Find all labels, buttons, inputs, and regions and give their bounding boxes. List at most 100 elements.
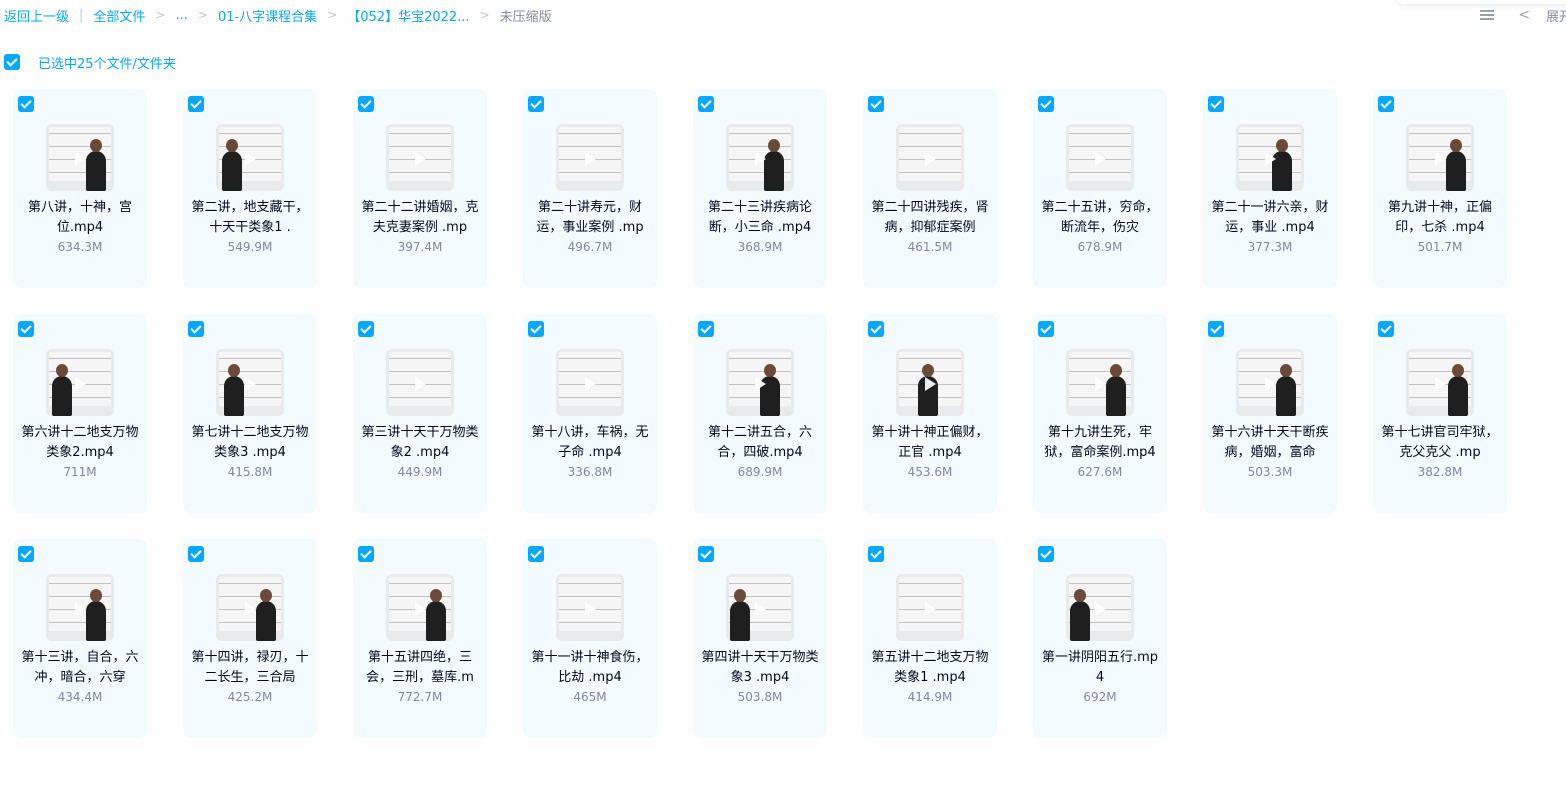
file-checkbox[interactable] (358, 96, 374, 112)
file-checkbox[interactable] (18, 96, 34, 112)
file-size: 549.9M (227, 240, 273, 254)
file-checkbox[interactable] (188, 96, 204, 112)
chevron-left-icon[interactable]: < (1518, 7, 1530, 23)
video-thumbnail[interactable] (46, 574, 114, 641)
file-card[interactable]: 第三讲十天干万物类象2 .mp4 449.9M (353, 314, 487, 513)
file-card[interactable]: 第六讲十二地支万物类象2.mp4 711M (13, 314, 147, 513)
file-card[interactable]: 第二十讲寿元，财运，事业案例 .mp 496.7M (523, 89, 657, 288)
video-thumbnail[interactable] (386, 349, 454, 416)
file-size: 501.7M (1417, 240, 1463, 254)
file-checkbox[interactable] (18, 321, 34, 337)
video-thumbnail[interactable] (1066, 124, 1134, 191)
video-thumbnail[interactable] (386, 124, 454, 191)
file-name: 第七讲十二地支万物类象3 .mp4 (191, 425, 309, 460)
breadcrumb-root[interactable]: 全部文件 (93, 6, 145, 25)
file-card[interactable]: 第二十三讲疾病论断，小三命 .mp4 368.9M (693, 89, 827, 288)
file-checkbox[interactable] (188, 321, 204, 337)
video-thumbnail[interactable] (556, 574, 624, 641)
file-card[interactable]: 第二讲，地支藏干，十天干类象1 . 549.9M (183, 89, 317, 288)
file-checkbox[interactable] (528, 96, 544, 112)
file-checkbox[interactable] (1038, 96, 1054, 112)
file-checkbox[interactable] (528, 321, 544, 337)
video-thumbnail[interactable] (1236, 124, 1304, 191)
file-size: 496.7M (567, 240, 613, 254)
file-checkbox[interactable] (1378, 321, 1394, 337)
file-card[interactable]: 第十一讲十神食伤，比劫 .mp4 465M (523, 539, 657, 738)
video-thumbnail[interactable] (1066, 349, 1134, 416)
video-thumbnail[interactable] (896, 124, 964, 191)
file-checkbox[interactable] (698, 96, 714, 112)
file-card[interactable]: 第九讲十神，正偏印，七杀 .mp4 501.7M (1373, 89, 1507, 288)
file-name: 第六讲十二地支万物类象2.mp4 (21, 425, 139, 460)
selection-count: 已选中25个文件/文件夹 (38, 56, 176, 72)
file-card[interactable]: 第七讲十二地支万物类象3 .mp4 415.8M (183, 314, 317, 513)
file-card[interactable]: 第十三讲，自合，六冲，暗合，六穿 434.4M (13, 539, 147, 738)
file-checkbox[interactable] (188, 546, 204, 562)
file-card[interactable]: 第十九讲生死，牢狱，富命案例.mp4 627.6M (1033, 314, 1167, 513)
file-name: 第十八讲，车祸，无子命 .mp4 (531, 425, 649, 460)
breadcrumb-ellipsis[interactable]: ... (175, 8, 187, 23)
file-checkbox[interactable] (528, 546, 544, 562)
file-size: 692M (1083, 690, 1117, 704)
breadcrumb-folder-2[interactable]: 【052】华宝2022... (347, 6, 469, 25)
file-card[interactable]: 第十八讲，车祸，无子命 .mp4 336.8M (523, 314, 657, 513)
file-checkbox[interactable] (358, 321, 374, 337)
video-thumbnail[interactable] (556, 124, 624, 191)
back-link[interactable]: 返回上一级 (4, 6, 69, 25)
file-checkbox[interactable] (18, 546, 34, 562)
file-size: 368.9M (737, 240, 783, 254)
video-thumbnail[interactable] (386, 574, 454, 641)
play-icon (1435, 377, 1446, 391)
video-thumbnail[interactable] (1236, 349, 1304, 416)
file-card[interactable]: 第二十二讲婚姻，克夫克妻案例 .mp 397.4M (353, 89, 487, 288)
file-card[interactable]: 第四讲十天干万物类象3 .mp4 503.8M (693, 539, 827, 738)
file-card[interactable]: 第十二讲五合，六合，四破.mp4 689.9M (693, 314, 827, 513)
file-card[interactable]: 第二十四讲残疾，肾病，抑郁症案例 461.5M (863, 89, 997, 288)
video-thumbnail[interactable] (896, 349, 964, 416)
video-thumbnail[interactable] (1066, 574, 1134, 641)
video-thumbnail[interactable] (726, 124, 794, 191)
video-thumbnail[interactable] (726, 574, 794, 641)
file-card[interactable]: 第二十一讲六亲，财运，事业 .mp4 377.3M (1203, 89, 1337, 288)
file-card[interactable]: 第一讲阴阳五行.mp4 692M (1033, 539, 1167, 738)
play-icon (755, 152, 766, 166)
file-checkbox[interactable] (1378, 96, 1394, 112)
file-checkbox[interactable] (868, 321, 884, 337)
file-card[interactable]: 第二十五讲，穷命，断流年，伤灾 678.9M (1033, 89, 1167, 288)
breadcrumb-folder-1[interactable]: 01-八字课程合集 (218, 6, 317, 25)
file-checkbox[interactable] (1038, 546, 1054, 562)
file-name: 第二十一讲六亲，财运，事业 .mp4 (1211, 200, 1329, 235)
chevron-right-icon: > (197, 8, 208, 22)
presenter-figure (86, 139, 106, 191)
file-checkbox[interactable] (1208, 96, 1224, 112)
file-card[interactable]: 第十五讲四绝，三会，三刑，墓库.m 772.7M (353, 539, 487, 738)
select-all-checkbox[interactable] (4, 54, 20, 70)
file-card[interactable]: 第五讲十二地支万物类象1 .mp4 414.9M (863, 539, 997, 738)
file-card[interactable]: 第十六讲十天干断疾病，婚姻，富命 503.3M (1203, 314, 1337, 513)
file-checkbox[interactable] (1208, 321, 1224, 337)
file-checkbox[interactable] (868, 96, 884, 112)
expand-button[interactable]: 展开 (1546, 6, 1566, 25)
file-card[interactable]: 第十四讲，禄刃，十二长生，三合局 425.2M (183, 539, 317, 738)
file-checkbox[interactable] (358, 546, 374, 562)
video-thumbnail[interactable] (46, 124, 114, 191)
file-checkbox[interactable] (868, 546, 884, 562)
video-thumbnail[interactable] (46, 349, 114, 416)
video-thumbnail[interactable] (1406, 349, 1474, 416)
file-size: 711M (63, 465, 97, 479)
file-checkbox[interactable] (1038, 321, 1054, 337)
list-view-icon[interactable] (1480, 8, 1495, 22)
video-thumbnail[interactable] (216, 574, 284, 641)
video-thumbnail[interactable] (1406, 124, 1474, 191)
video-thumbnail[interactable] (726, 349, 794, 416)
video-thumbnail[interactable] (216, 124, 284, 191)
file-checkbox[interactable] (698, 546, 714, 562)
video-thumbnail[interactable] (896, 574, 964, 641)
file-checkbox[interactable] (698, 321, 714, 337)
video-thumbnail[interactable] (216, 349, 284, 416)
file-name: 第十三讲，自合，六冲，暗合，六穿 (21, 650, 139, 685)
file-card[interactable]: 第十七讲官司牢狱，克父克父 .mp 382.8M (1373, 314, 1507, 513)
video-thumbnail[interactable] (556, 349, 624, 416)
file-card[interactable]: 第八讲，十神，宫位.mp4 634.3M (13, 89, 147, 288)
file-card[interactable]: 第十讲十神正偏财，正官 .mp4 453.6M (863, 314, 997, 513)
